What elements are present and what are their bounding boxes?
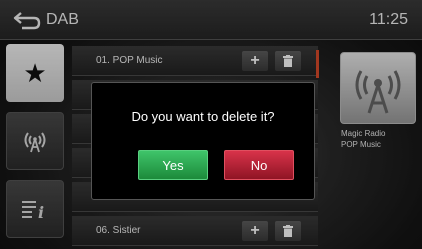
no-button[interactable]: No [224, 150, 294, 180]
dialog-message: Do you want to delete it? [131, 109, 275, 124]
dab-screen: DAB 11:25 ★ i 01. POP Music + 06. Sistie… [0, 0, 422, 249]
yes-button[interactable]: Yes [138, 150, 208, 180]
delete-confirm-dialog: Do you want to delete it? Yes No [91, 82, 315, 200]
